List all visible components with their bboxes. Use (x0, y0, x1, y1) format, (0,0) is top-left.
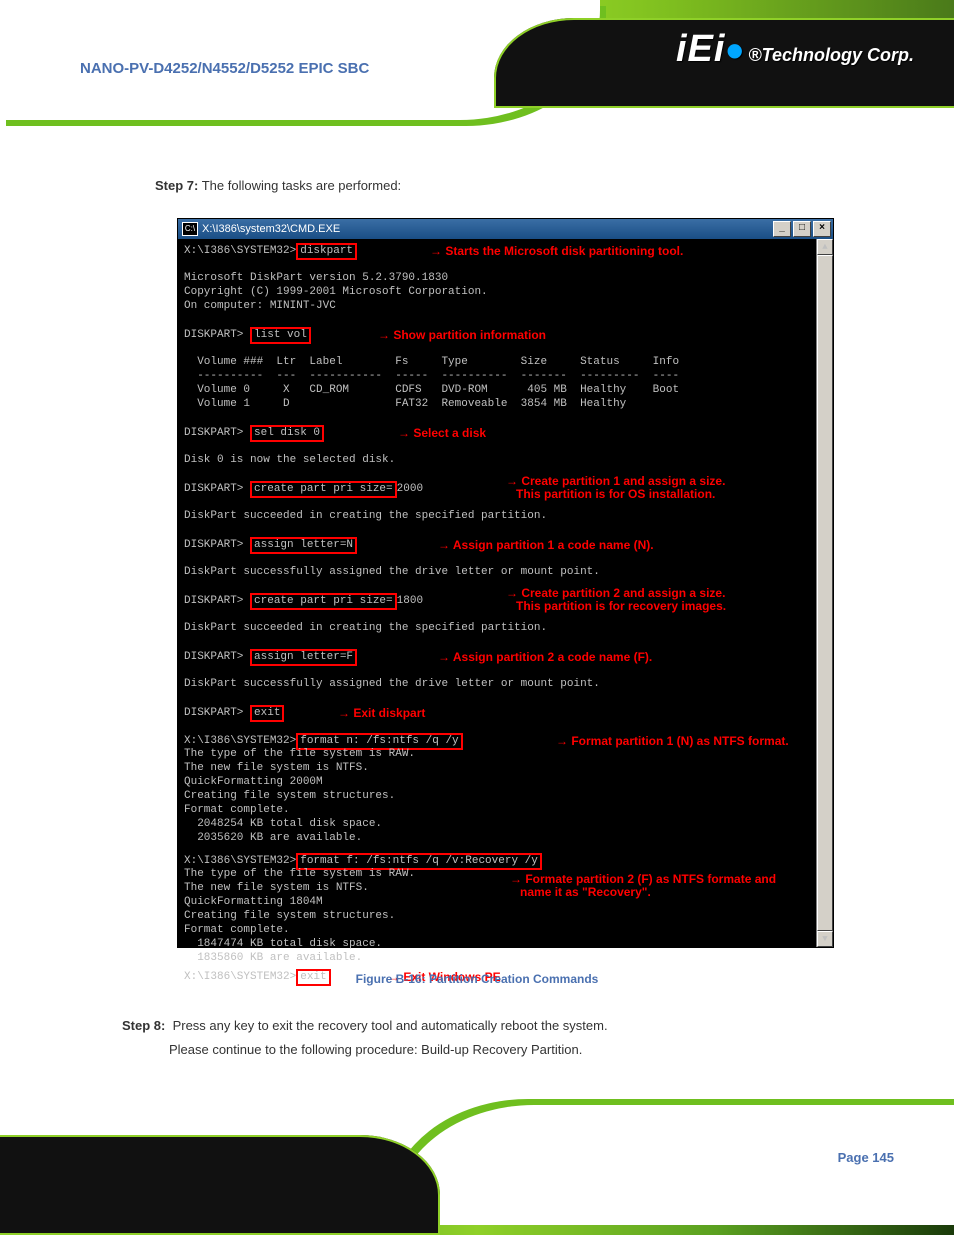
table-header: Volume ### Ltr Label Fs Type Size Status… (184, 355, 813, 369)
table-divider: ---------- --- ----------- ----- -------… (184, 369, 813, 383)
output-line: 2035620 KB are available. (184, 831, 813, 845)
logo-tagline: ®Technology Corp. (748, 45, 914, 65)
minimize-button[interactable]: _ (773, 221, 791, 237)
output-line: DiskPart successfully assigned the drive… (184, 565, 813, 579)
step-7-content: The following tasks are performed: (202, 178, 401, 193)
logo-text: iEi (676, 28, 725, 70)
cmd-output: X:\I386\SYSTEM32>diskpart → Starts the M… (178, 239, 833, 947)
page-footer: Page 145 (0, 1095, 954, 1235)
cmd-icon: C:\ (182, 222, 198, 236)
prompt: DISKPART> (184, 707, 250, 719)
anno-arrow-7: → Assign partition 2 a code name (F). (438, 651, 652, 664)
cmd-assign-n: assign letter=N (250, 537, 357, 554)
output-line: Format complete. (184, 803, 813, 817)
step-8-line1: Press any key to exit the recovery tool … (173, 1018, 608, 1033)
output-line: QuickFormatting 1804M (184, 895, 813, 909)
close-button[interactable]: × (813, 221, 831, 237)
size-value: 1800 (397, 595, 423, 607)
output-line: 1835860 KB are available. (184, 951, 813, 965)
output-line: Creating file system structures. (184, 789, 813, 803)
output-line: 1847474 KB total disk space. (184, 937, 813, 951)
logo-dot-icon: • (725, 23, 744, 79)
document-title: NANO-PV-D4252/N4552/D5252 EPIC SBC (80, 60, 369, 77)
anno-arrow-6: → Create partition 2 and assign a size. … (506, 587, 726, 613)
cmd-createpart1: create part pri size= (250, 481, 397, 498)
anno-arrow-4: → Create partition 1 and assign a size. … (506, 475, 725, 501)
output-line: The new file system is NTFS. (184, 881, 813, 895)
output-line: DiskPart successfully assigned the drive… (184, 677, 813, 691)
step-7-text: Step 7: The following tasks are performe… (155, 178, 401, 193)
output-line: Microsoft DiskPart version 5.2.3790.1830 (184, 271, 813, 285)
cmd-listvol: list vol (250, 327, 311, 344)
output-line: Format complete. (184, 923, 813, 937)
cmd-assign-f: assign letter=F (250, 649, 357, 666)
figure-caption: Figure B-16: Partition Creation Commands (0, 972, 954, 986)
prompt: DISKPART> (184, 329, 250, 341)
anno-arrow-5: → Assign partition 1 a code name (N). (438, 539, 654, 552)
output-line: DiskPart succeeded in creating the speci… (184, 621, 813, 635)
cmd-createpart2: create part pri size= (250, 593, 397, 610)
page-number: Page 145 (838, 1150, 894, 1165)
company-logo: iEi• ®Technology Corp. (676, 28, 914, 71)
output-line: DiskPart succeeded in creating the speci… (184, 509, 813, 523)
anno-arrow-8: → Exit diskpart (338, 707, 425, 720)
step-8-line2: Please continue to the following procedu… (169, 1042, 582, 1057)
page-header: iEi• ®Technology Corp. NANO-PV-D4252/N45… (0, 0, 954, 130)
output-line: Creating file system structures. (184, 909, 813, 923)
anno-arrow-1: → Starts the Microsoft disk partitioning… (430, 245, 683, 258)
cmd-exit-diskpart: exit (250, 705, 284, 722)
cmd-titlebar: C:\ X:\I386\system32\CMD.EXE _ □ × (178, 219, 833, 239)
output-line: The new file system is NTFS. (184, 761, 813, 775)
maximize-button[interactable]: □ (793, 221, 811, 237)
anno-arrow-2: → Show partition information (378, 329, 546, 342)
prompt: DISKPART> (184, 539, 250, 551)
step-7-label: Step 7: (155, 178, 198, 193)
prompt: X:\I386\SYSTEM32> (184, 245, 296, 257)
cmd-seldisk: sel disk 0 (250, 425, 324, 442)
output-line: Disk 0 is now the selected disk. (184, 453, 813, 467)
output-line: Copyright (C) 1999-2001 Microsoft Corpor… (184, 285, 813, 299)
output-line: QuickFormatting 2000M (184, 775, 813, 789)
anno-arrow-3: → Select a disk (398, 427, 486, 440)
step-8-label: Step 8: (122, 1018, 165, 1033)
table-row: Volume 0 X CD_ROM CDFS DVD-ROM 405 MB He… (184, 383, 813, 397)
size-value: 2000 (397, 483, 423, 495)
table-row: Volume 1 D FAT32 Removeable 3854 MB Heal… (184, 397, 813, 411)
output-line: On computer: MININT-JVC (184, 299, 813, 313)
footer-swoosh-right (394, 1105, 954, 1225)
prompt: DISKPART> (184, 483, 250, 495)
output-line: The type of the file system is RAW. (184, 747, 813, 761)
prompt: X:\I386\SYSTEM32> (184, 735, 296, 747)
cmd-diskpart: diskpart (296, 243, 357, 260)
prompt: DISKPART> (184, 427, 250, 439)
step-8-text: Step 8: Press any key to exit the recove… (122, 1014, 854, 1062)
output-line: 2048254 KB total disk space. (184, 817, 813, 831)
cmd-window: C:\ X:\I386\system32\CMD.EXE _ □ × ▲ ▼ X… (177, 218, 834, 948)
prompt: DISKPART> (184, 651, 250, 663)
cmd-title: X:\I386\system32\CMD.EXE (202, 223, 340, 235)
footer-swoosh-left (0, 1135, 440, 1235)
prompt: X:\I386\SYSTEM32> (184, 855, 296, 867)
prompt: DISKPART> (184, 595, 250, 607)
